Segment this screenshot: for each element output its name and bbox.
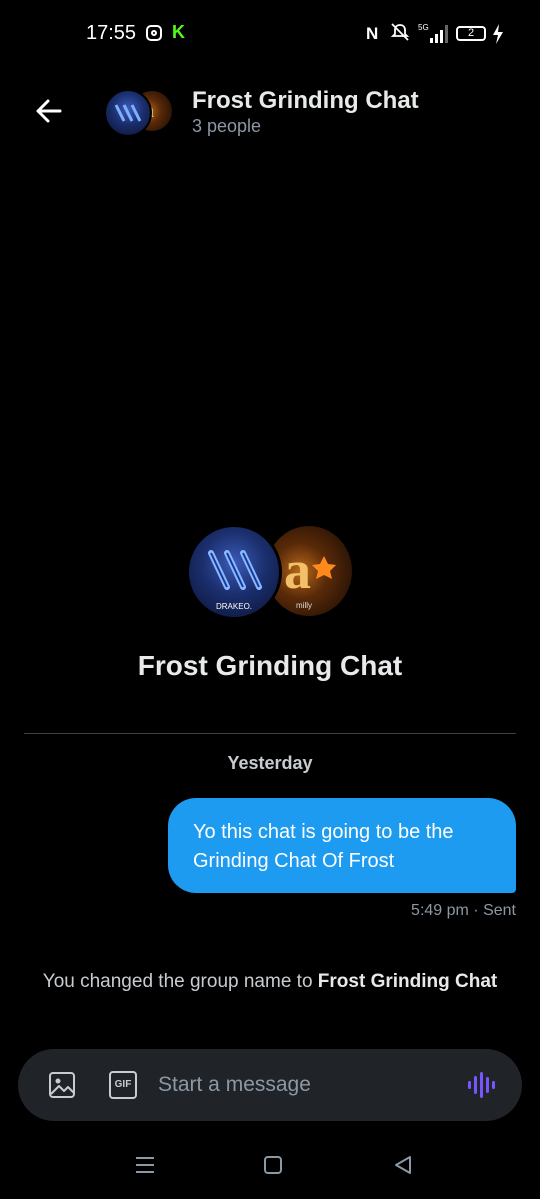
system-message-prefix: You changed the group name to	[42, 971, 318, 992]
back-arrow-icon[interactable]	[30, 92, 68, 130]
gif-icon[interactable]: GIF	[109, 1071, 137, 1099]
header-avatars[interactable]: a	[104, 89, 174, 137]
header-title[interactable]: Frost Grinding Chat	[192, 87, 419, 115]
message-bubble[interactable]: Yo this chat is going to be the Grinding…	[168, 798, 516, 893]
message-composer: GIF	[18, 1049, 522, 1121]
image-icon[interactable]	[48, 1071, 76, 1099]
kick-icon: K	[172, 22, 185, 42]
system-message: You changed the group name to Frost Grin…	[40, 970, 500, 994]
status-time: 17:55	[86, 22, 137, 44]
status-bar: 17:55 K N 5G 2	[0, 0, 540, 70]
battery-icon: 2	[456, 26, 486, 41]
svg-text:a: a	[284, 540, 311, 600]
drakeo-label: DRAKEO.	[216, 602, 252, 611]
date-label: Yesterday	[227, 753, 313, 773]
voice-message-icon[interactable]	[466, 1071, 498, 1099]
instagram-icon	[146, 25, 162, 41]
system-message-group-name: Frost Grinding Chat	[317, 971, 498, 992]
divider	[24, 733, 516, 734]
message-meta: 5:49 pm · Sent	[411, 902, 516, 919]
header-subtitle[interactable]: 3 people	[192, 116, 261, 137]
group-avatars[interactable]: a milly DRAKEO.	[186, 524, 354, 622]
group-title: Frost Grinding Chat	[137, 650, 403, 681]
5g-signal-icon: 5G	[418, 23, 448, 43]
message-input[interactable]	[158, 1067, 448, 1103]
charging-icon	[493, 24, 503, 44]
nav-menu-icon[interactable]	[134, 1155, 156, 1175]
mute-icon	[390, 23, 410, 41]
nav-home-icon[interactable]	[264, 1156, 282, 1174]
avatar-drakeo	[104, 89, 152, 137]
nfc-icon: N	[366, 24, 379, 43]
network-label: 5G	[418, 23, 429, 32]
milly-label: milly	[296, 601, 312, 610]
nav-back-icon[interactable]	[392, 1155, 414, 1175]
avatar-drakeo-large: DRAKEO.	[186, 524, 282, 620]
